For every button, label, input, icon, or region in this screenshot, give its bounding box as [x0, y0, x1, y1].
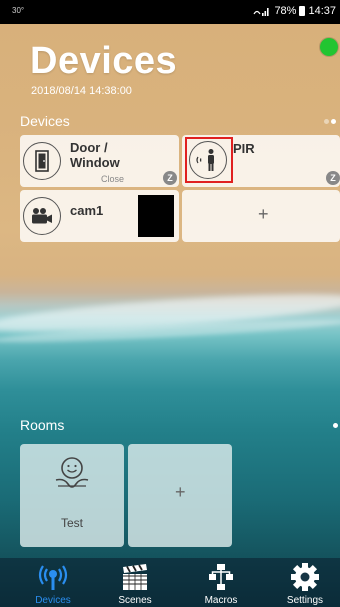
- device-name: Door / Window: [70, 140, 120, 170]
- page-title: Devices: [30, 40, 178, 82]
- signal-icon: [253, 8, 270, 16]
- room-name: Test: [60, 516, 83, 530]
- add-device-button[interactable]: +: [182, 190, 340, 242]
- zwave-badge-icon: Z: [163, 171, 177, 185]
- nav-label: Scenes: [118, 595, 152, 606]
- nav-label: Devices: [35, 595, 71, 606]
- device-tile-pir[interactable]: PIR Z: [182, 135, 340, 187]
- add-room-button[interactable]: +: [128, 444, 232, 547]
- temperature-indicator: 30°: [12, 6, 25, 15]
- room-icon: [55, 457, 89, 488]
- nav-devices[interactable]: Devices: [18, 558, 88, 607]
- bottom-navigation: Devices Scenes Macros Settings: [0, 558, 340, 607]
- camera-icon: [23, 197, 61, 235]
- room-tile-test[interactable]: Test: [20, 444, 124, 547]
- device-tile-door-window[interactable]: Door / Window Close Z: [20, 135, 179, 187]
- nav-label: Macros: [204, 595, 238, 606]
- nav-macros[interactable]: Macros: [186, 558, 256, 607]
- rooms-section-label: Rooms: [20, 417, 65, 433]
- device-name-line2: Window: [70, 155, 120, 170]
- nav-label: Settings: [286, 595, 324, 606]
- device-state: Close: [101, 174, 125, 184]
- online-status-dot: [320, 38, 338, 56]
- devices-section-label: Devices: [20, 113, 70, 129]
- page-dot-active: [331, 119, 336, 124]
- nav-settings[interactable]: Settings: [270, 558, 340, 607]
- page-dot: [324, 119, 329, 124]
- zwave-badge-icon: Z: [326, 171, 340, 185]
- page-indicator: [324, 119, 336, 124]
- battery-icon: [299, 6, 306, 16]
- battery-percent: 78%: [274, 5, 297, 17]
- clock: 14:37: [308, 5, 336, 17]
- macros-icon: [209, 564, 233, 590]
- device-name-line1: Door /: [70, 140, 108, 155]
- nav-scenes[interactable]: Scenes: [100, 558, 170, 607]
- plus-icon: +: [175, 482, 186, 502]
- device-tile-cam1[interactable]: cam1: [20, 190, 179, 242]
- rooms-page-indicator: [333, 423, 338, 428]
- devices-icon: [38, 565, 68, 590]
- status-bar: 30° 78% 14:37: [0, 0, 340, 24]
- datetime: 2018/08/14 14:38:00: [31, 85, 132, 97]
- door-icon: [23, 142, 61, 180]
- motion-sensor-icon: [189, 141, 227, 179]
- camera-thumbnail[interactable]: [138, 195, 174, 237]
- plus-icon: +: [258, 204, 269, 224]
- screen: 30° 78% 14:37 Devices 2018/08/14 14:38:0…: [0, 0, 340, 607]
- status-right: 78% 14:37: [253, 5, 336, 17]
- settings-icon: [291, 563, 319, 591]
- scenes-icon: [123, 564, 147, 590]
- device-name: PIR: [233, 141, 255, 156]
- page-dot-active: [333, 423, 338, 428]
- device-name: cam1: [70, 203, 104, 218]
